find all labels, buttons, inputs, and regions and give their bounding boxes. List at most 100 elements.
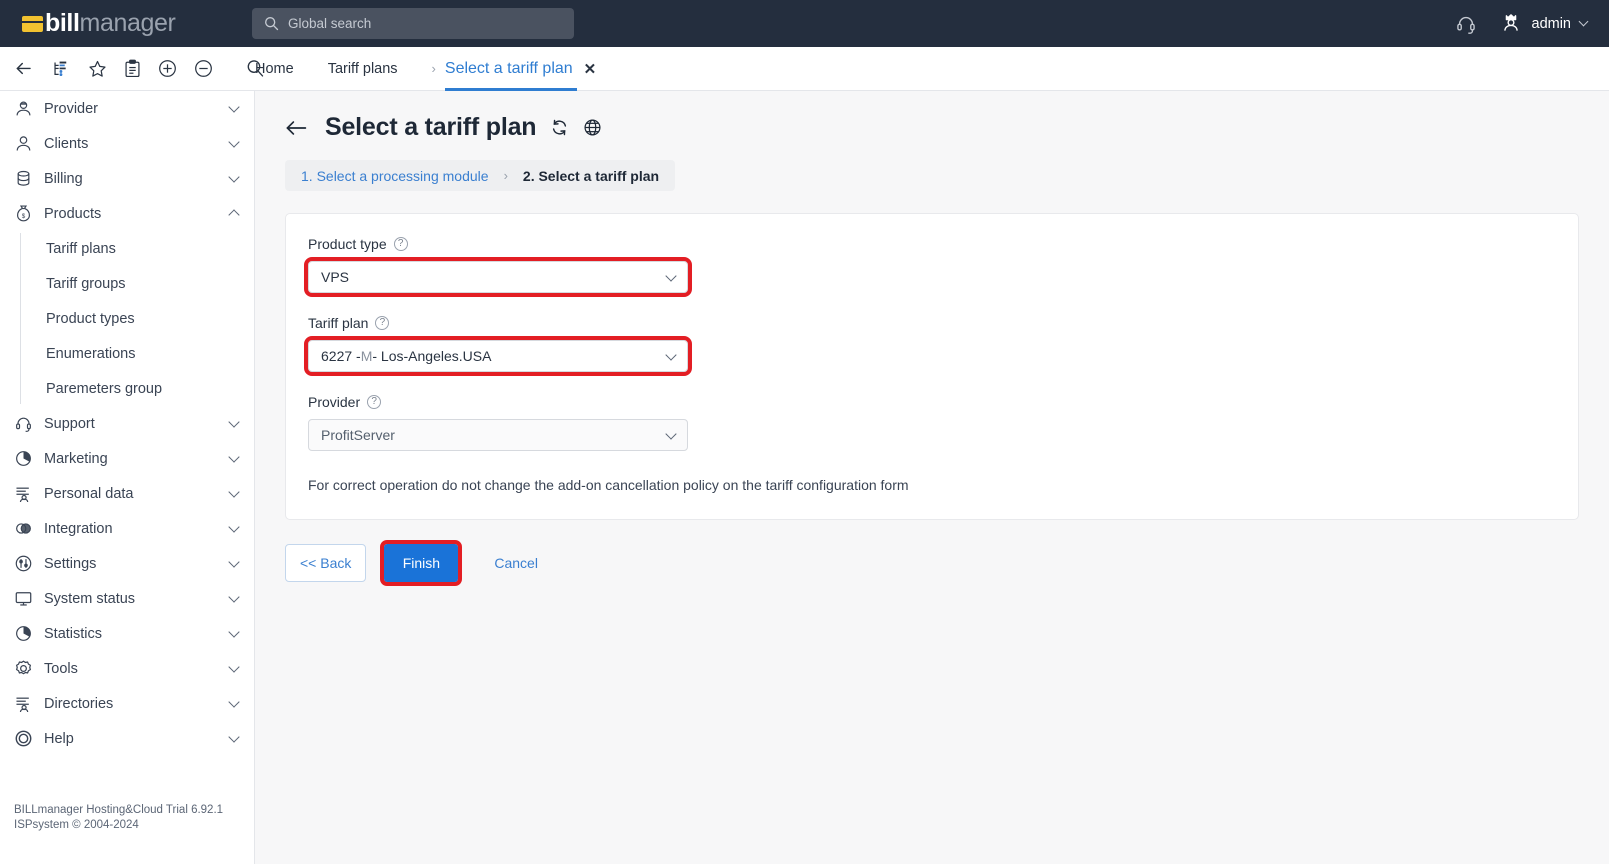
chevron-up-icon xyxy=(228,209,240,221)
sidebar-item-product-types[interactable]: Product types xyxy=(33,301,254,336)
sidebar-item-tariff-groups[interactable]: Tariff groups xyxy=(33,266,254,301)
sidebar-item-label: Marketing xyxy=(44,450,108,467)
sidebar-item-directories[interactable]: Directories xyxy=(0,686,254,721)
chevron-down-icon xyxy=(228,520,240,533)
integration-icon xyxy=(14,519,40,538)
sidebar-item-label: Tools xyxy=(44,660,78,677)
marketing-icon xyxy=(14,449,40,468)
step-separator: › xyxy=(503,168,508,183)
minus-circle-icon[interactable] xyxy=(194,59,213,78)
sidebar-item-provider[interactable]: Provider xyxy=(0,91,254,126)
toolbar-row: Home Tariff plans › Select a tariff plan… xyxy=(0,47,1609,91)
sidebar-item-label: Statistics xyxy=(44,625,103,642)
provider-icon xyxy=(14,99,40,118)
finish-button[interactable]: Finish xyxy=(380,540,463,586)
tab-label: Select a tariff plan xyxy=(444,59,573,77)
sidebar-item-label: Billing xyxy=(44,170,83,187)
statistics-icon xyxy=(14,624,40,643)
page-header: Select a tariff plan xyxy=(255,91,1609,142)
sidebar-item-personal-data[interactable]: Personal data xyxy=(0,476,254,511)
step-1-select-processing-module[interactable]: 1. Select a processing module xyxy=(301,168,489,184)
tab-select-a-tariff-plan[interactable]: Select a tariff plan ✕ xyxy=(444,47,597,91)
cancel-button[interactable]: Cancel xyxy=(494,555,538,571)
headset-icon[interactable] xyxy=(1455,13,1477,35)
chevron-down-icon xyxy=(228,660,240,673)
tariff-plan-label-row: Tariff plan ? xyxy=(308,315,1578,331)
back-arrow-icon[interactable] xyxy=(15,60,35,78)
globe-icon[interactable] xyxy=(583,118,602,137)
sitemap-icon[interactable] xyxy=(52,60,71,78)
page-title: Select a tariff plan xyxy=(325,113,537,141)
chevron-down-icon xyxy=(1578,16,1589,27)
close-icon[interactable]: ✕ xyxy=(584,60,597,78)
form-note: For correct operation do not change the … xyxy=(308,477,909,493)
sidebar-item-tariff-plans[interactable]: Tariff plans xyxy=(33,231,254,266)
tools-icon xyxy=(14,659,40,678)
help-icon[interactable]: ? xyxy=(367,395,382,409)
sidebar-item-label: Integration xyxy=(44,520,113,537)
sidebar-item-integration[interactable]: Integration xyxy=(0,511,254,546)
footer-version: BILLmanager Hosting&Cloud Trial 6.92.1 xyxy=(14,803,224,816)
sidebar-item-support[interactable]: Support xyxy=(0,406,254,441)
sidebar-item-system-status[interactable]: System status xyxy=(0,581,254,616)
product-type-select[interactable]: VPS xyxy=(304,257,692,297)
sidebar-item-clients[interactable]: Clients xyxy=(0,126,254,161)
tab-home[interactable]: Home xyxy=(255,47,294,91)
sidebar-item-products[interactable]: $ Products xyxy=(0,196,254,231)
sidebar-item-label: Settings xyxy=(44,555,97,572)
chevron-down-icon xyxy=(228,590,240,603)
chevron-down-icon xyxy=(228,100,240,113)
directories-icon xyxy=(14,694,40,713)
sidebar-subnav-products: Tariff plans Tariff groups Product types… xyxy=(0,231,254,406)
sidebar: Provider Clients Billing $ Products Tari… xyxy=(0,91,255,864)
plus-circle-icon[interactable] xyxy=(158,59,177,78)
tariff-plan-value-prefix: 6227 - xyxy=(321,348,361,364)
products-icon: $ xyxy=(14,204,40,223)
help-icon[interactable]: ? xyxy=(393,237,408,251)
admin-menu[interactable]: admin xyxy=(1499,11,1589,37)
tariff-plan-value-dim: M xyxy=(360,348,373,364)
sidebar-item-settings[interactable]: Settings xyxy=(0,546,254,581)
sidebar-item-enumerations[interactable]: Enumerations xyxy=(33,336,254,371)
tariff-plan-select[interactable]: 6227 - M - Los-Angeles.USA xyxy=(304,336,692,376)
sidebar-item-marketing[interactable]: Marketing xyxy=(0,441,254,476)
field-tariff-plan: Tariff plan ? 6227 - M - Los-Angeles.USA xyxy=(286,315,1578,376)
sidebar-item-tools[interactable]: Tools xyxy=(0,651,254,686)
tab-tariff-plans[interactable]: Tariff plans xyxy=(328,47,398,91)
chevron-down-icon xyxy=(228,450,240,463)
sidebar-item-paremeters-group[interactable]: Paremeters group xyxy=(33,371,254,406)
sidebar-item-label: Personal data xyxy=(44,485,134,502)
provider-select[interactable]: ProfitServer xyxy=(308,419,688,451)
svg-text:$: $ xyxy=(22,213,26,220)
back-arrow-icon[interactable] xyxy=(285,118,311,138)
star-icon[interactable] xyxy=(88,60,107,78)
sidebar-item-statistics[interactable]: Statistics xyxy=(0,616,254,651)
sidebar-item-label: Products xyxy=(44,205,102,222)
personal-data-icon xyxy=(14,484,40,503)
field-label: Tariff plan xyxy=(308,315,369,331)
sidebar-item-billing[interactable]: Billing xyxy=(0,161,254,196)
refresh-icon[interactable] xyxy=(550,118,569,137)
global-search-placeholder: Global search xyxy=(288,16,372,31)
clipboard-icon[interactable] xyxy=(124,59,141,78)
action-button-row: << Back Finish Cancel xyxy=(285,540,1609,586)
field-label: Product type xyxy=(308,236,387,252)
sidebar-footer: BILLmanager Hosting&Cloud Trial 6.92.1 I… xyxy=(14,803,223,834)
chevron-down-icon xyxy=(228,695,240,708)
provider-label-row: Provider ? xyxy=(308,394,1578,410)
footer-copyright: ISPsystem © 2004-2024 xyxy=(14,819,139,832)
clients-icon xyxy=(14,134,40,153)
back-button[interactable]: << Back xyxy=(285,544,367,582)
app-logo[interactable]: bill manager xyxy=(22,9,212,38)
chevron-down-icon xyxy=(228,170,240,183)
global-search-input[interactable]: Global search xyxy=(252,8,574,39)
crown-avatar-icon xyxy=(1499,11,1523,37)
tab-bar: Home Tariff plans › Select a tariff plan… xyxy=(255,47,596,91)
help-icon[interactable]: ? xyxy=(375,316,390,330)
product-type-value: VPS xyxy=(321,269,350,285)
sidebar-item-label: Help xyxy=(44,730,74,747)
field-provider: Provider ? ProfitServer xyxy=(286,394,1578,451)
logo-mark-icon xyxy=(22,15,43,32)
form-card: Product type ? VPS Tariff plan ? 6227 - … xyxy=(285,213,1579,520)
sidebar-item-help[interactable]: Help xyxy=(0,721,254,756)
